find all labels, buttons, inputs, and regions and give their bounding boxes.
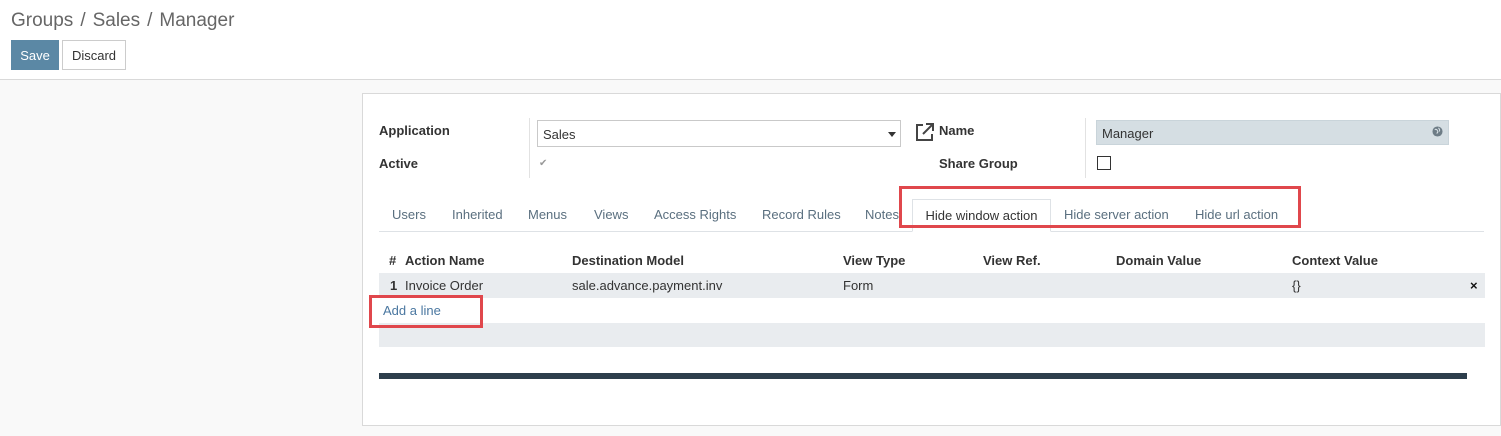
tab-views[interactable]: Views [594,207,628,222]
external-link-icon[interactable] [914,121,936,143]
column-header-destination-model[interactable]: Destination Model [572,253,684,268]
active-checkbox[interactable]: ✔ [539,158,547,169]
tab-inherited[interactable]: Inherited [452,207,503,222]
form-sheet: Application Active Sales ✔ Name Share Gr… [362,93,1501,426]
active-label: Active [379,156,419,171]
breadcrumb-separator: / [147,10,153,31]
tab-access-rights[interactable]: Access Rights [654,207,736,222]
breadcrumb: Groups / Sales / Manager [11,10,234,32]
column-header-domain-value[interactable]: Domain Value [1116,253,1201,268]
breadcrumb-separator: / [80,10,86,31]
table-row[interactable] [379,273,1485,298]
application-label: Application [379,123,450,138]
column-header-number: # [389,253,397,268]
cell-context-value[interactable]: {} [1292,278,1301,293]
add-line-highlight-annotation [369,295,483,328]
discard-button[interactable]: Discard [62,40,126,70]
share-group-checkbox[interactable] [1097,156,1111,170]
caret-down-icon [888,132,896,137]
column-header-view-ref[interactable]: View Ref. [983,253,1041,268]
save-button[interactable]: Save [11,40,59,70]
tab-users[interactable]: Users [392,207,426,222]
globe-icon[interactable] [1432,126,1443,137]
cell-view-type[interactable]: Form [843,278,873,293]
tabs-highlight-annotation [899,186,1301,228]
share-group-label: Share Group [939,156,1018,171]
label-divider [529,118,530,178]
column-header-view-type[interactable]: View Type [843,253,905,268]
cell-action-name[interactable]: Invoice Order [405,278,483,293]
tab-record-rules[interactable]: Record Rules [762,207,841,222]
tab-menus[interactable]: Menus [528,207,567,222]
application-select[interactable]: Sales [537,120,901,147]
breadcrumb-item-groups[interactable]: Groups [11,10,73,31]
application-select-value: Sales [543,127,576,142]
table-scrollbar[interactable] [379,373,1467,379]
column-header-action-name[interactable]: Action Name [405,253,484,268]
column-header-context-value[interactable]: Context Value [1292,253,1378,268]
label-divider [1085,118,1086,178]
name-field-value: Manager [1102,126,1154,141]
control-panel: Groups / Sales / Manager Save Discard [0,0,1501,80]
close-icon[interactable]: × [1470,278,1478,293]
name-label: Name [939,123,975,138]
name-field[interactable]: Manager [1096,120,1449,145]
cell-destination-model[interactable]: sale.advance.payment.inv [572,278,722,293]
table-footer [379,323,1485,347]
row-number: 1 [390,278,398,293]
breadcrumb-item-sales[interactable]: Sales [93,10,141,31]
breadcrumb-item-current: Manager [159,10,235,31]
tab-notes[interactable]: Notes [865,207,899,222]
